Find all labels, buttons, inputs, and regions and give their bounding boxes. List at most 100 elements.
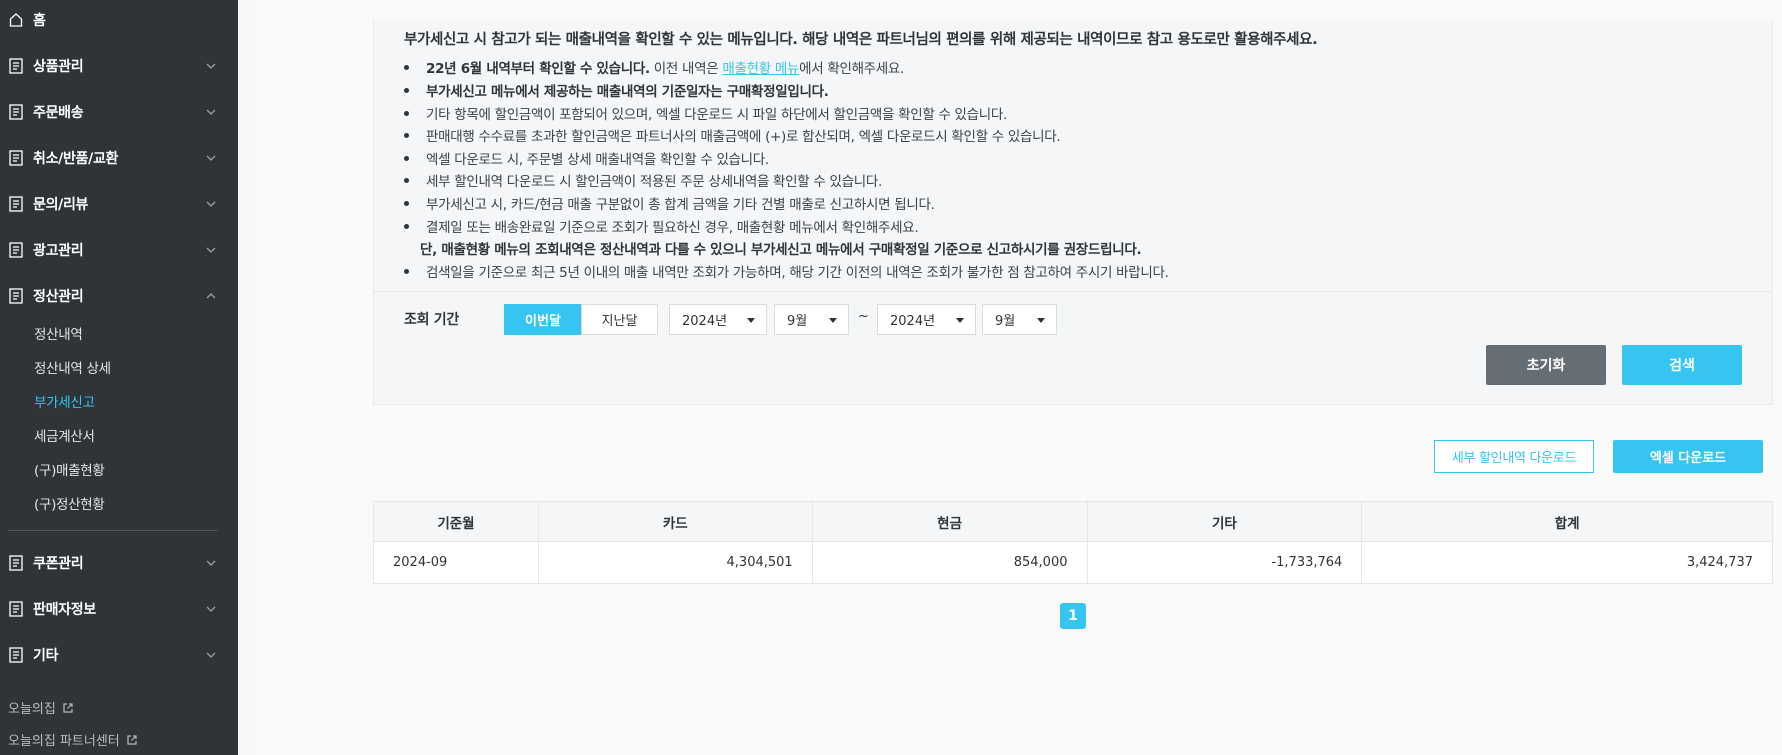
notice-bullet-text: 결제일 또는 배송완료일 기준으로 조회가 필요하신 경우, 매출현황 메뉴에서… [426,220,919,236]
document-icon [9,601,23,617]
notice-bullet-text: 검색일을 기준으로 최근 5년 이내의 매출 내역만 조회가 가능하며, 해당 … [426,265,1169,281]
table-row: 2024-09 4,304,501 854,000 -1,733,764 3,4… [373,541,1773,584]
notice-bullet: 세부 할인내역 다운로드 시 할인금액이 적용된 주문 상세내역을 확인할 수 … [404,170,882,190]
cell-month: 2024-09 [373,541,539,584]
notice-bullet-text: 부가세신고 시, 카드/현금 매출 구분없이 총 합계 금액을 기타 건별 매출… [426,197,935,213]
caret-down-icon [829,318,837,323]
cell-card: 4,304,501 [537,541,813,584]
notice-title: 부가세신고 시 참고가 되는 매출내역을 확인할 수 있는 메뉴입니다. 해당 … [404,32,1318,48]
caret-down-icon [747,318,755,323]
last-month-button[interactable]: 지난달 [581,304,658,335]
notice-divider [374,291,1772,292]
external-link-icon [127,734,137,745]
column-header-card: 카드 [537,501,813,542]
to-year-select[interactable]: 2024년 [877,304,976,335]
sidebar-subitem-vat-report[interactable]: 부가세신고 [34,391,95,411]
document-icon [9,196,23,212]
to-year-value: 2024년 [890,314,936,329]
sidebar-item-label: 판매자정보 [33,602,96,618]
notice-bullet-text: 엑셀 다운로드 시, 주문별 상세 매출내역을 확인할 수 있습니다. [426,152,769,168]
sidebar-item-cancel-return[interactable]: 취소/반품/교환 [0,143,238,173]
date-range-separator: ~ [858,309,869,324]
sales-status-menu-link[interactable]: 매출현황 메뉴 [722,57,799,77]
sidebar-subitem-settlement-history[interactable]: 정산내역 [34,323,83,343]
bullet-dot [404,110,409,116]
from-month-select[interactable]: 9월 [774,304,849,335]
bullet-dot [404,87,409,93]
sidebar-subitem-settlement-detail[interactable]: 정산내역 상세 [34,357,111,377]
bullet-dot [404,200,409,206]
from-year-select[interactable]: 2024년 [669,304,767,335]
sidebar-item-coupons[interactable]: 쿠폰관리 [0,548,238,578]
sidebar-item-label: 기타 [33,648,59,664]
document-icon [9,555,23,571]
this-month-button[interactable]: 이번달 [504,304,582,335]
notice-bullet-text: 에서 확인해주세요. [799,61,905,77]
notice-note: 단, 매출현황 메뉴의 조회내역은 정산내역과 다를 수 있으니 부가세신고 메… [420,242,1142,258]
notice-bullet-bold: 22년 6월 내역부터 확인할 수 있습니다. [426,61,650,77]
bullet-dot [404,223,409,229]
document-icon [9,242,23,258]
column-header-total: 합계 [1361,501,1773,542]
bullet-dot [404,268,409,274]
sidebar-subitem-old-settlement[interactable]: (구)정산현황 [34,493,105,513]
chevron-down-icon [206,247,216,253]
document-icon [9,150,23,166]
bullet-dot [404,132,409,138]
reset-button[interactable]: 초기화 [1486,345,1606,385]
to-month-select[interactable]: 9월 [982,304,1057,335]
from-month-value: 9월 [787,314,808,329]
notice-bullet: 검색일을 기준으로 최근 5년 이내의 매출 내역만 조회가 가능하며, 해당 … [404,261,1169,281]
sidebar-item-label: 상품관리 [33,59,84,75]
notice-bullet-text: 세부 할인내역 다운로드 시 할인금액이 적용된 주문 상세내역을 확인할 수 … [426,174,882,190]
notice-bullet-text: 기타 항목에 할인금액이 포함되어 있으며, 엑셀 다운로드 시 파일 하단에서… [426,107,1008,123]
document-icon [9,288,23,304]
sidebar-item-ads[interactable]: 광고관리 [0,235,238,265]
footer-link-label: 오늘의집 파트너센터 [8,734,120,749]
table-header-row: 기준월 카드 현금 기타 합계 [373,501,1773,542]
sidebar-divider [8,530,218,531]
discount-detail-download-button[interactable]: 세부 할인내역 다운로드 [1434,440,1594,473]
chevron-down-icon [206,606,216,612]
cell-total: 3,424,737 [1361,541,1773,584]
column-header-month: 기준월 [373,501,539,542]
sidebar-subitem-old-sales[interactable]: (구)매출현황 [34,459,105,479]
excel-download-button[interactable]: 엑셀 다운로드 [1613,440,1763,473]
sidebar-item-label: 주문배송 [33,105,84,121]
sidebar-subitem-tax-invoice[interactable]: 세금계산서 [34,425,95,445]
sidebar-item-orders[interactable]: 주문배송 [0,97,238,127]
to-month-value: 9월 [995,314,1016,329]
bullet-dot [404,177,409,183]
sidebar-item-settlement[interactable]: 정산관리 [0,281,238,311]
notice-bullet-text: 부가세신고 메뉴에서 제공하는 매출내역의 기준일자는 구매확정일입니다. [426,84,829,100]
sidebar: 홈 상품관리 주문배송 취소/반품/교환 문의/리뷰 광고관리 정산관리 정산내… [0,0,238,755]
search-button[interactable]: 검색 [1622,345,1742,385]
document-icon [9,58,23,74]
sidebar-item-home[interactable]: 홈 [0,5,238,35]
bullet-dot [404,155,409,161]
footer-link-ohouse[interactable]: 오늘의집 [8,698,74,717]
sidebar-item-etc[interactable]: 기타 [0,640,238,670]
chevron-down-icon [206,155,216,161]
sidebar-item-inquiry-review[interactable]: 문의/리뷰 [0,189,238,219]
notice-bullet: 22년 6월 내역부터 확인할 수 있습니다. 이전 내역은 매출현황 메뉴 에… [404,57,904,77]
sidebar-item-seller-info[interactable]: 판매자정보 [0,594,238,624]
chevron-down-icon [206,109,216,115]
bullet-dot [404,64,409,70]
sidebar-item-products[interactable]: 상품관리 [0,51,238,81]
notice-bullet: 판매대행 수수료를 초과한 할인금액은 파트너사의 매출금액에 (+)로 합산되… [404,125,1061,145]
external-link-icon [63,702,73,713]
sidebar-item-label: 문의/리뷰 [33,197,89,213]
sidebar-item-label: 취소/반품/교환 [33,151,119,167]
chevron-down-icon [206,201,216,207]
document-icon [9,647,23,663]
caret-down-icon [1037,318,1045,323]
footer-link-partner-center[interactable]: 오늘의집 파트너센터 [8,730,138,749]
footer-link-label: 오늘의집 [8,702,56,717]
pagination-page-1[interactable]: 1 [1060,603,1086,629]
sidebar-item-label: 광고관리 [33,243,84,259]
cell-etc: -1,733,764 [1086,541,1363,584]
notice-bullet: 부가세신고 시, 카드/현금 매출 구분없이 총 합계 금액을 기타 건별 매출… [404,193,935,213]
period-label: 조회 기간 [404,312,459,328]
sidebar-item-label: 정산관리 [33,289,84,305]
